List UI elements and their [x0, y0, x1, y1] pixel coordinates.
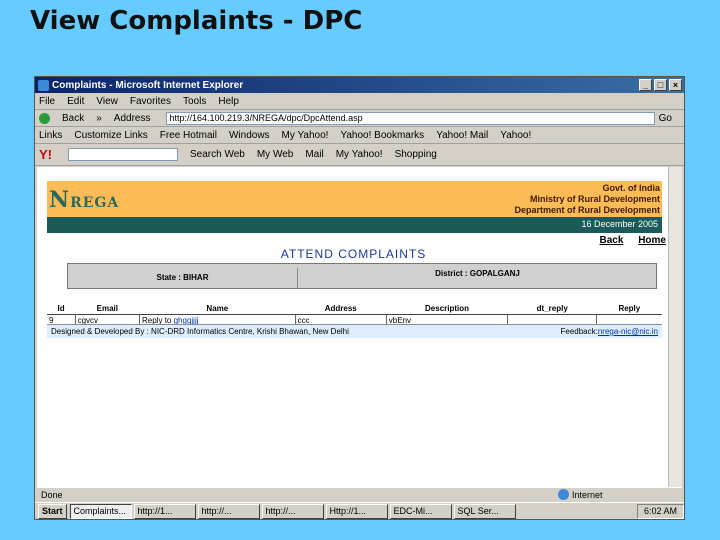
close-button[interactable]: ×: [669, 79, 682, 91]
footer-credit: Designed & Developed By : NIC-DRD Inform…: [51, 327, 349, 336]
link-yahoo[interactable]: Yahoo!: [500, 130, 531, 141]
window-title: Complaints - Microsoft Internet Explorer: [52, 79, 244, 91]
menu-bar: File Edit View Favorites Tools Help: [35, 93, 684, 110]
menu-favorites[interactable]: Favorites: [130, 96, 171, 107]
link-customize[interactable]: Customize Links: [74, 130, 147, 141]
yahoo-logo-icon[interactable]: Y!: [39, 147, 52, 162]
col-name: Name: [139, 303, 296, 315]
page-footer: Designed & Developed By : NIC-DRD Inform…: [47, 324, 662, 338]
nrega-header: NREGA Govt. of India Ministry of Rural D…: [47, 181, 662, 217]
menu-help[interactable]: Help: [218, 96, 239, 107]
task-http-1[interactable]: http://1...: [133, 503, 196, 519]
link-my-yahoo[interactable]: My Yahoo!: [282, 130, 329, 141]
vertical-scrollbar[interactable]: [668, 167, 682, 487]
complaints-table: Id Email Name Address Description dt_rep…: [47, 303, 662, 326]
state-district-box: State : BIHAR District : GOPALGANJ: [67, 263, 657, 289]
globe-icon: [558, 489, 569, 500]
nrega-logo: NREGA: [49, 187, 120, 213]
district-label: District : GOPALGANJ: [435, 269, 520, 278]
menu-file[interactable]: File: [39, 96, 55, 107]
slide-title: View Complaints - DPC: [30, 6, 363, 36]
yahoo-my-web[interactable]: My Web: [257, 149, 294, 160]
links-bar: Links Customize Links Free Hotmail Windo…: [35, 127, 684, 144]
page-content: NREGA Govt. of India Ministry of Rural D…: [37, 167, 670, 487]
page-heading: ATTEND COMPLAINTS: [280, 247, 427, 261]
task-sql[interactable]: SQL Ser...: [453, 503, 516, 519]
col-description: Description: [386, 303, 508, 315]
browser-window: Complaints - Microsoft Internet Explorer…: [34, 76, 685, 520]
col-dt-reply: dt_reply: [507, 303, 597, 315]
address-toolbar: Back » Address http://164.100.219.3/NREG…: [35, 110, 684, 127]
link-hotmail[interactable]: Free Hotmail: [160, 130, 217, 141]
task-edc[interactable]: EDC-Mi...: [389, 503, 452, 519]
maximize-button[interactable]: □: [654, 79, 667, 91]
task-http-3[interactable]: http://...: [261, 503, 324, 519]
col-email: Email: [75, 303, 140, 315]
toolbar-chevron[interactable]: »: [96, 113, 102, 124]
link-yahoo-bookmarks[interactable]: Yahoo! Bookmarks: [340, 130, 424, 141]
back-link[interactable]: Back: [600, 235, 624, 246]
col-address: Address: [295, 303, 387, 315]
go-button[interactable]: Go: [659, 113, 672, 124]
taskbar: Start Complaints... http://1... http://.…: [35, 502, 684, 519]
yahoo-my-yahoo[interactable]: My Yahoo!: [336, 149, 383, 160]
yahoo-search-input[interactable]: [68, 148, 178, 161]
task-http-2[interactable]: http://...: [197, 503, 260, 519]
feedback: Feedback:nrega-nic@nic.in: [560, 327, 658, 336]
start-button[interactable]: Start: [38, 503, 67, 519]
status-zone: Internet: [572, 489, 603, 500]
address-url: http://164.100.219.3/NREGA/dpc/DpcAttend…: [169, 112, 363, 123]
col-reply: Reply: [596, 303, 662, 315]
clock: 6:02 AM: [636, 503, 684, 519]
status-done: Done: [41, 489, 63, 500]
back-button[interactable]: Back: [62, 113, 84, 124]
yahoo-mail[interactable]: Mail: [305, 149, 323, 160]
col-id: Id: [47, 303, 76, 315]
date-bar: 16 December 2005: [47, 217, 662, 233]
address-input[interactable]: http://164.100.219.3/NREGA/dpc/DpcAttend…: [166, 111, 655, 125]
minimize-button[interactable]: _: [639, 79, 652, 91]
status-bar: Done Internet: [37, 487, 682, 501]
state-label: State : BIHAR: [68, 268, 298, 288]
yahoo-search-button[interactable]: Search Web: [190, 149, 245, 160]
govt-text: Govt. of India Ministry of Rural Develop…: [514, 183, 660, 215]
address-label: Address: [113, 112, 151, 124]
home-link[interactable]: Home: [638, 235, 666, 246]
back-arrow-icon[interactable]: [39, 112, 50, 124]
task-http-4[interactable]: Http://1...: [325, 503, 388, 519]
feedback-email-link[interactable]: nrega-nic@nic.in: [598, 327, 658, 336]
yahoo-toolbar: Y! Search Web My Web Mail My Yahoo! Shop…: [35, 144, 684, 166]
yahoo-shopping[interactable]: Shopping: [395, 149, 437, 160]
menu-view[interactable]: View: [96, 96, 118, 107]
link-windows[interactable]: Windows: [229, 130, 270, 141]
menu-edit[interactable]: Edit: [67, 96, 84, 107]
link-yahoo-mail[interactable]: Yahoo! Mail: [436, 130, 488, 141]
task-complaints[interactable]: Complaints...: [69, 503, 132, 519]
menu-tools[interactable]: Tools: [183, 96, 206, 107]
links-label: Links: [39, 129, 63, 141]
ie-icon: [38, 79, 49, 91]
nav-links: Back Home: [588, 235, 666, 246]
window-titlebar[interactable]: Complaints - Microsoft Internet Explorer…: [35, 77, 684, 93]
